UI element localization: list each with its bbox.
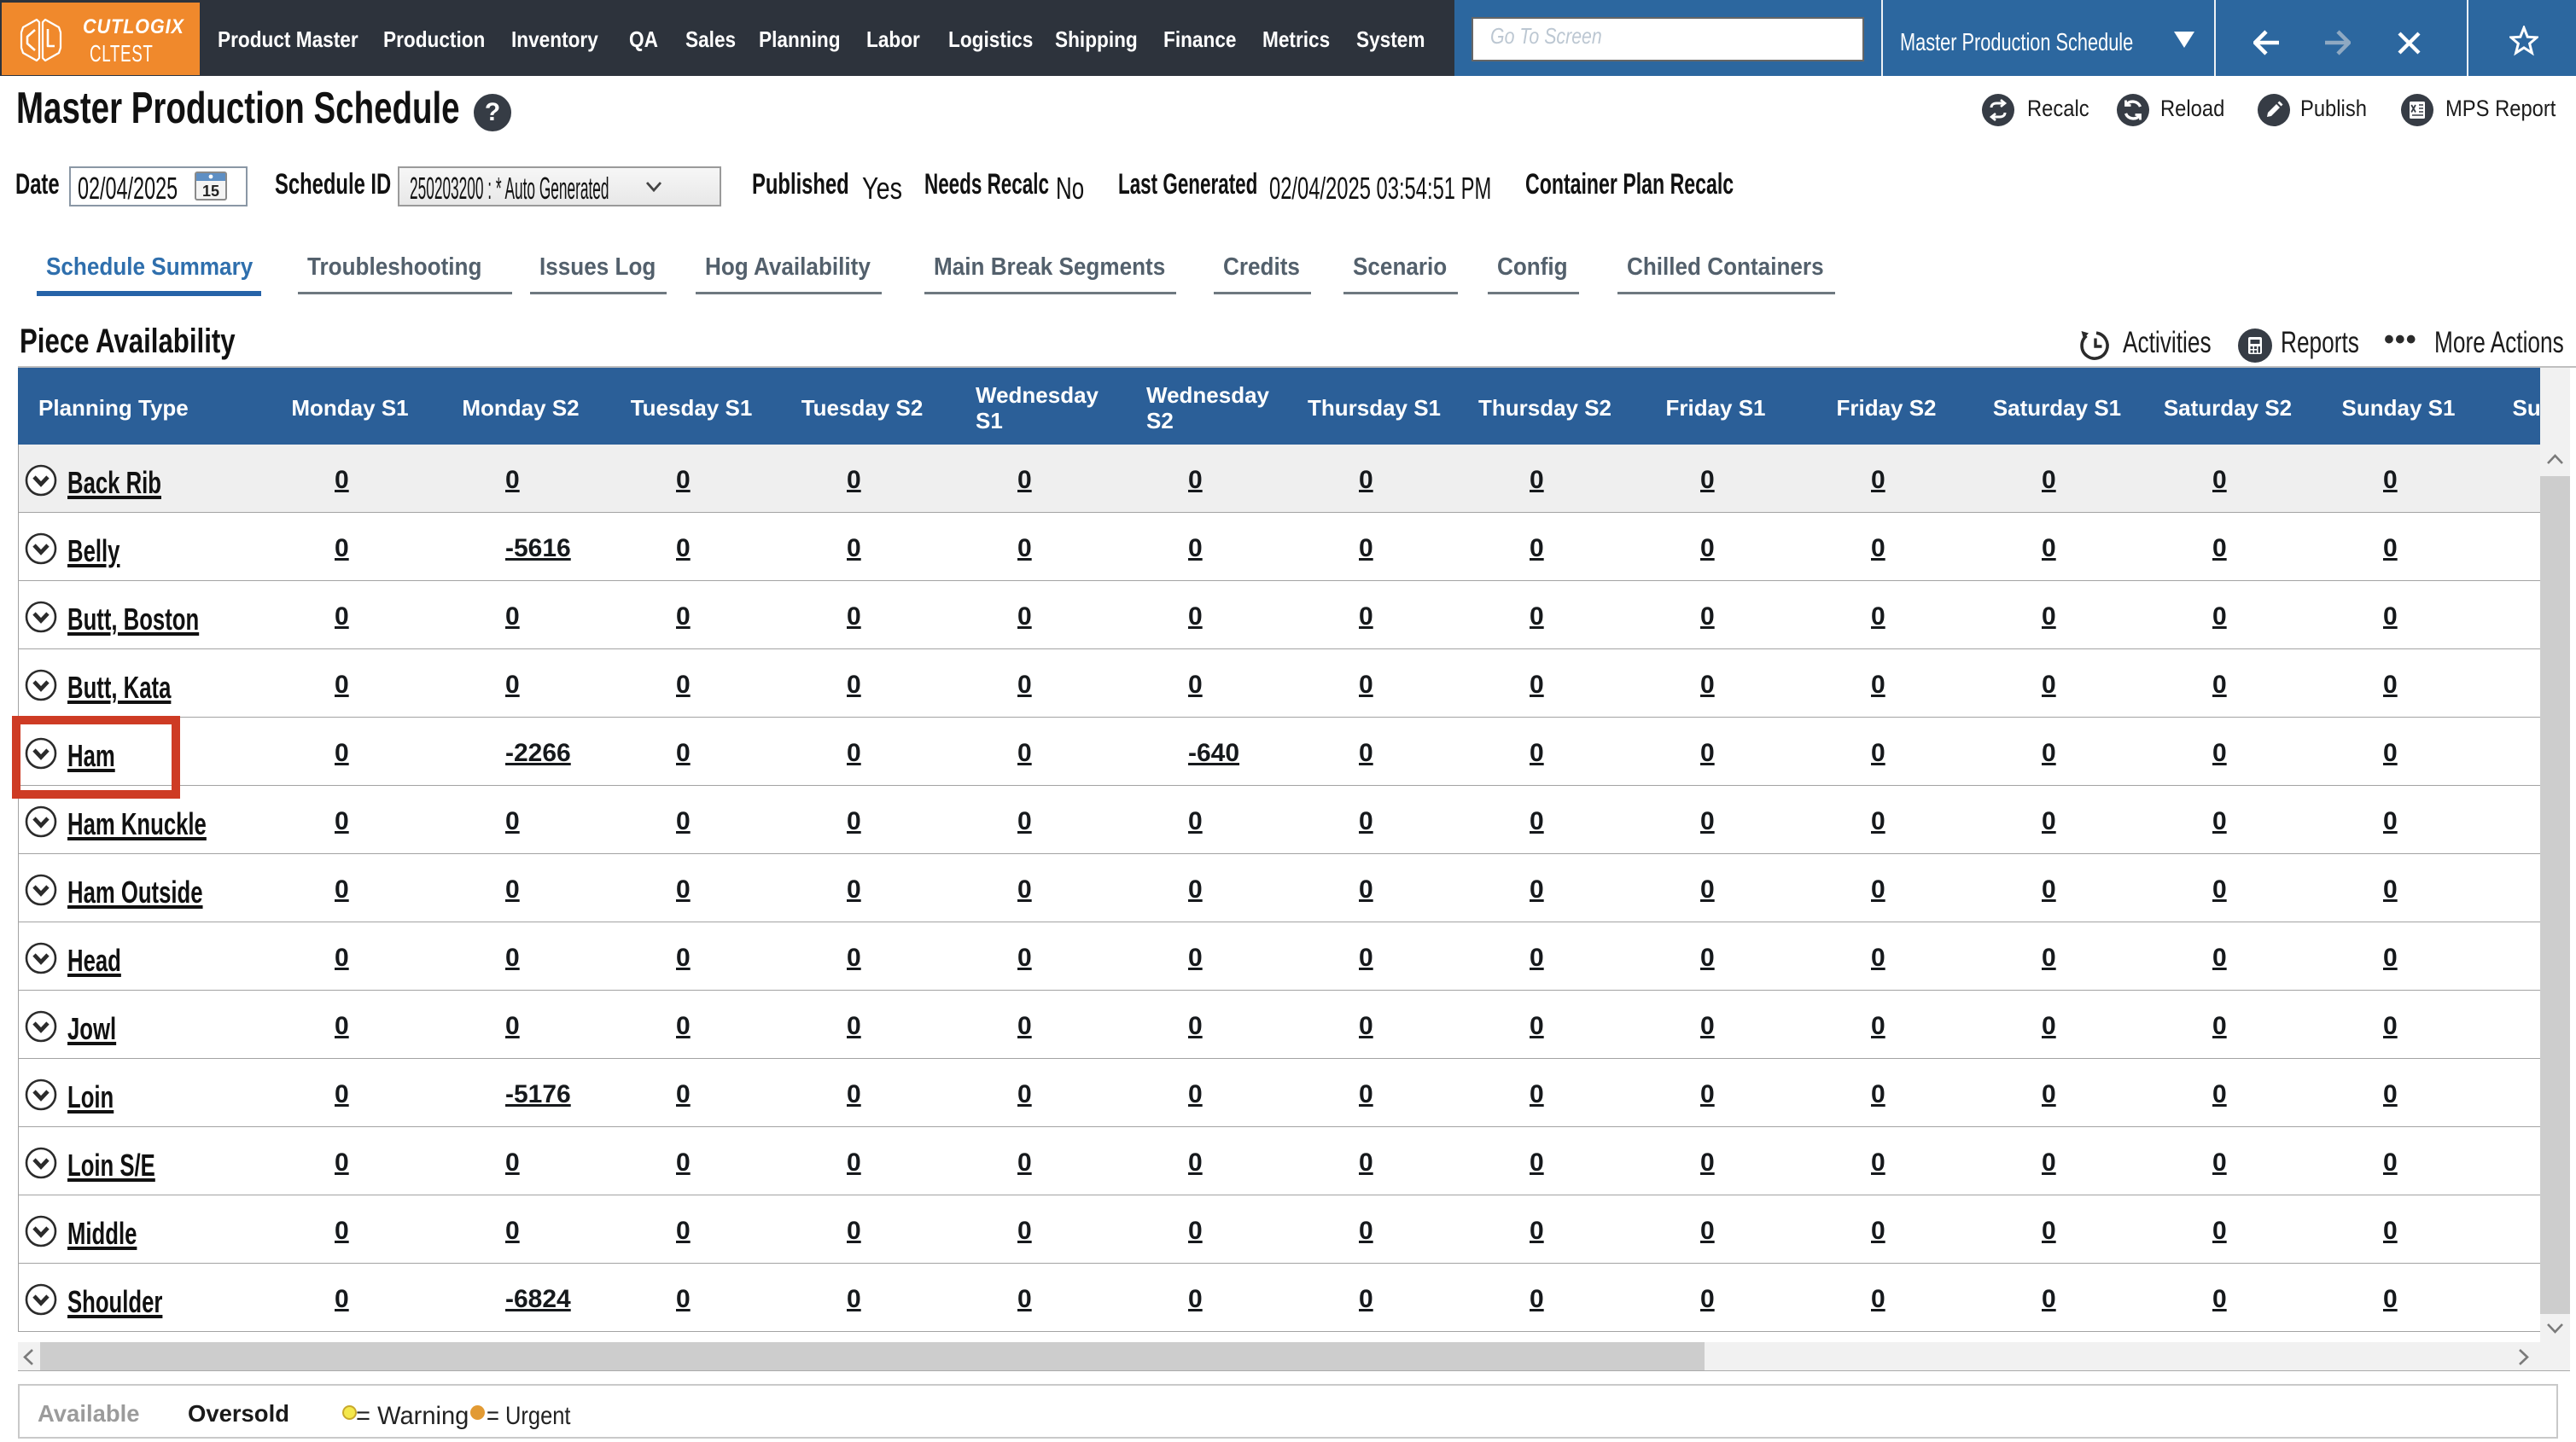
svg-text:15: 15 bbox=[202, 183, 219, 200]
